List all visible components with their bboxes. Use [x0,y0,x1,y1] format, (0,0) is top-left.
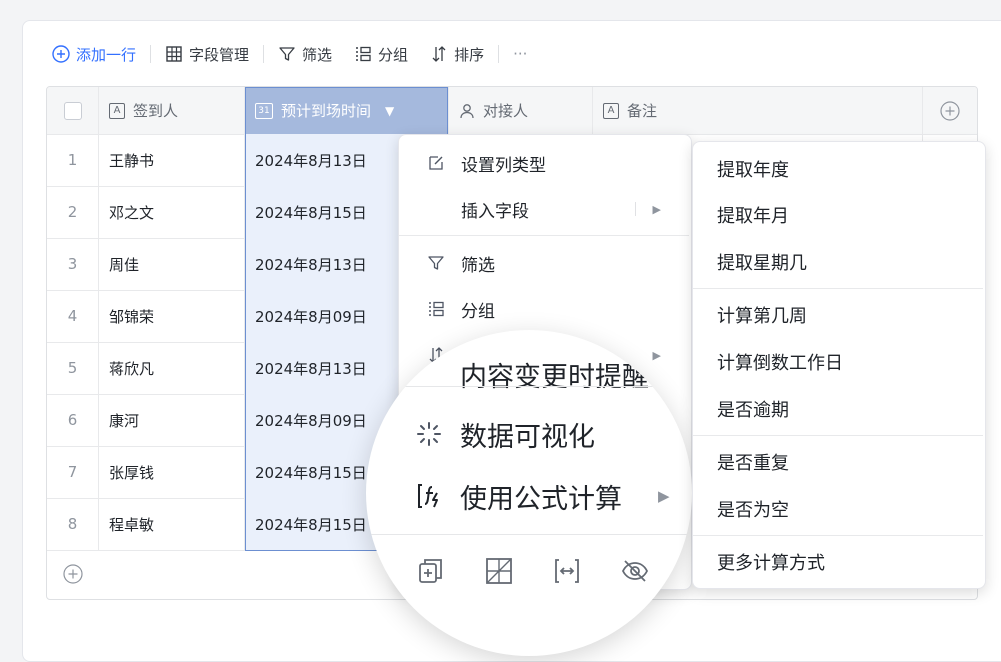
group-icon [354,45,372,63]
caret-down-icon[interactable]: ▼ [385,104,394,118]
table-header-row: A 签到人 31 预计到场时间 ▼ 对接人 A 备注 [47,87,977,135]
cell-style-icon[interactable] [484,556,514,590]
submenu-item-extract-year[interactable]: 提取年度 [717,147,789,191]
column-header-label: 签到人 [133,102,179,120]
filter-button[interactable]: 筛选 [278,38,332,70]
column-header-label: 备注 [627,102,658,120]
row-number: 5 [47,342,99,394]
select-all-cell[interactable] [47,87,99,134]
row-number: 8 [47,498,99,550]
submenu-item-more-methods[interactable]: 更多计算方式 [717,540,825,584]
formula-submenu: 提取年度 提取年月 提取星期几 计算第几周 计算倒数工作日 是否逾期 是否重复 … [692,141,986,589]
menu-divider [693,288,983,289]
submenu-item-extract-weekday[interactable]: 提取星期几 [717,240,807,284]
hide-column-icon[interactable] [620,556,650,590]
submenu-item-week-number[interactable]: 计算第几周 [717,293,807,337]
magnifier-lens: 内容变更时提醒 数据可视化 使用公式计算 ▶ [366,330,692,656]
toolbar-divider [150,45,152,63]
filter-label: 筛选 [302,45,333,64]
signer-cell[interactable]: 邓之文 [99,186,245,238]
signer-cell[interactable]: 王静书 [99,134,245,186]
sort-label: 排序 [454,45,485,64]
formula-icon [414,481,444,511]
submenu-item-is-duplicate[interactable]: 是否重复 [717,440,789,484]
submenu-item-is-overdue[interactable]: 是否逾期 [717,387,789,431]
row-number: 7 [47,446,99,498]
date-type-icon: 31 [255,102,273,119]
field-manage-button[interactable]: 字段管理 [165,38,249,70]
quick-actions [416,556,650,590]
edit-icon [425,154,447,172]
plus-circle-icon [940,100,960,121]
signer-cell[interactable]: 邹锦荣 [99,290,245,342]
column-header-signer[interactable]: A 签到人 [99,87,245,134]
menu-item-group[interactable]: 分组 [399,287,689,331]
group-label: 分组 [378,45,409,64]
row-number: 4 [47,290,99,342]
sort-icon [430,45,448,63]
menu-item-label: 设置列类型 [461,155,546,176]
row-number: 3 [47,238,99,290]
menu-item-label: 数据可视化 [460,421,595,453]
plus-circle-icon [52,45,70,63]
field-manage-label: 字段管理 [189,45,250,64]
submenu-item-is-empty[interactable]: 是否为空 [717,487,789,531]
text-type-icon: A [603,102,619,119]
submenu-item-extract-year-month[interactable]: 提取年月 [717,193,789,237]
column-header-contact[interactable]: 对接人 [449,87,593,134]
column-header-label: 对接人 [483,102,529,120]
menu-item-insert-field[interactable]: 插入字段 ▶ [399,187,689,231]
submenu-arrow-icon: ▶ [652,202,661,216]
plus-circle-icon[interactable] [47,564,99,584]
duplicate-icon[interactable] [416,556,446,590]
signer-cell[interactable]: 康河 [99,394,245,446]
filter-icon [278,45,296,63]
column-header-label: 预计到场时间 [281,102,372,120]
menu-item-label: 内容变更时提醒 [460,361,649,393]
add-row-button[interactable]: 添加一行 [52,38,136,70]
toolbar-divider [263,45,265,63]
group-icon [425,300,447,318]
sort-button[interactable]: 排序 [430,38,484,70]
signer-cell[interactable]: 蒋欣凡 [99,342,245,394]
column-header-notes[interactable]: A 备注 [593,87,923,134]
more-button[interactable]: ··· [513,38,527,70]
person-icon [459,103,475,119]
add-column-button[interactable] [923,87,977,134]
toolbar: 添加一行 字段管理 筛选 分组 排序 ··· [52,34,527,74]
group-button[interactable]: 分组 [354,38,408,70]
sparkle-icon [414,421,444,447]
submenu-item-countdown-workdays[interactable]: 计算倒数工作日 [717,340,843,384]
row-number: 1 [47,134,99,186]
menu-item-label: 插入字段 [461,201,529,222]
column-header-arrival-time[interactable]: 31 预计到场时间 ▼ [245,87,449,134]
menu-divider [366,386,692,387]
menu-divider [693,535,983,536]
toolbar-divider [498,45,500,63]
menu-divider [399,235,689,236]
menu-item-label: 分组 [461,301,495,322]
more-icon: ··· [513,45,528,63]
signer-cell[interactable]: 周佳 [99,238,245,290]
row-number: 2 [47,186,99,238]
signer-cell[interactable]: 张厚钱 [99,446,245,498]
submenu-arrow-icon: ▶ [658,487,670,505]
menu-item-change-notify[interactable]: 内容变更时提醒 [366,344,692,404]
add-row-label: 添加一行 [76,45,137,64]
menu-item-label: 筛选 [461,255,495,276]
fit-width-icon[interactable] [552,556,582,590]
signer-cell[interactable]: 程卓敏 [99,498,245,550]
menu-divider [366,534,692,535]
menu-item-label: 使用公式计算 [460,483,622,515]
text-type-icon: A [109,102,125,119]
menu-divider [693,435,983,436]
menu-item-set-column-type[interactable]: 设置列类型 [399,141,689,185]
filter-icon [425,254,447,272]
grid-icon [165,45,183,63]
row-number: 6 [47,394,99,446]
menu-item-data-visualization[interactable]: 数据可视化 [366,404,692,464]
menu-item-filter[interactable]: 筛选 [399,241,689,285]
menu-item-use-formula[interactable]: 使用公式计算 ▶ [366,466,692,526]
select-all-checkbox[interactable] [63,101,82,120]
